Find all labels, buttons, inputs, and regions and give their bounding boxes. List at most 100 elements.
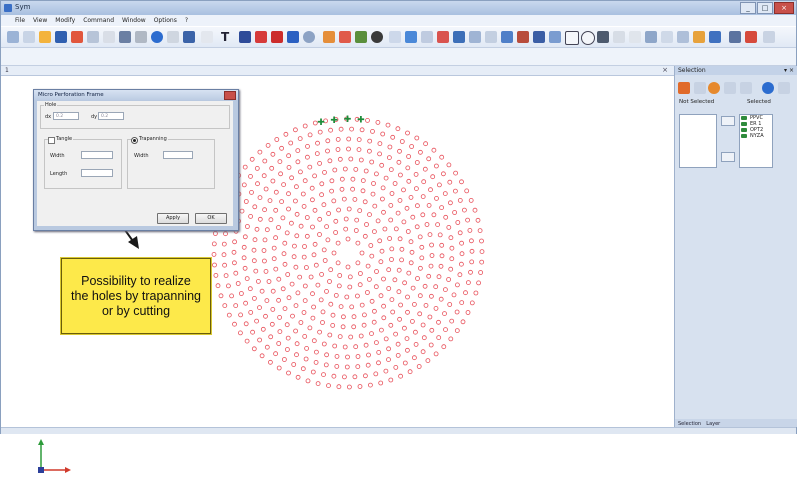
- menu-modify[interactable]: Modify: [55, 17, 75, 24]
- hole: [333, 230, 339, 235]
- hole: [374, 269, 379, 274]
- hole: [273, 207, 279, 213]
- panel-close-icon[interactable]: ▾ ×: [784, 66, 794, 75]
- list-item[interactable]: NYZA: [740, 133, 772, 139]
- filter-icon[interactable]: [724, 82, 736, 94]
- tool-icon[interactable]: [597, 31, 609, 43]
- offset-icon[interactable]: [469, 31, 481, 43]
- separator-icon: [201, 31, 213, 43]
- arc-icon[interactable]: [355, 31, 367, 43]
- hole: [271, 256, 277, 262]
- select-icon[interactable]: [389, 31, 401, 43]
- menu-command[interactable]: Command: [83, 17, 114, 24]
- apply-button[interactable]: Apply: [157, 213, 189, 224]
- deselect-icon[interactable]: [694, 82, 706, 94]
- move-left-button[interactable]: [721, 152, 735, 162]
- hole: [302, 178, 308, 184]
- sort-icon[interactable]: [661, 31, 673, 43]
- explode-icon[interactable]: [533, 31, 545, 43]
- menu-help[interactable]: ?: [185, 17, 188, 24]
- grid-icon[interactable]: [183, 31, 195, 43]
- open-icon[interactable]: [7, 31, 19, 43]
- simulate-icon[interactable]: [645, 31, 657, 43]
- report-icon[interactable]: [745, 31, 757, 43]
- trapanning-radio[interactable]: [131, 137, 138, 144]
- move-icon[interactable]: [405, 31, 417, 43]
- hole: [367, 138, 373, 144]
- panel-info-icon[interactable]: [762, 82, 774, 94]
- join-icon[interactable]: [517, 31, 529, 43]
- mirror-icon[interactable]: [437, 31, 449, 43]
- copy-icon[interactable]: [87, 31, 99, 43]
- path-icon[interactable]: [613, 31, 625, 43]
- close-button[interactable]: ×: [774, 2, 794, 14]
- info-icon[interactable]: [151, 31, 163, 43]
- save-icon[interactable]: [55, 31, 67, 43]
- hole: [408, 195, 414, 200]
- tangle-checkbox[interactable]: [48, 137, 55, 144]
- circle-icon[interactable]: [303, 31, 315, 43]
- rotate-icon[interactable]: [421, 31, 433, 43]
- line-icon[interactable]: [323, 31, 335, 43]
- move-right-button[interactable]: [721, 116, 735, 126]
- invert-icon[interactable]: [740, 82, 752, 94]
- target-icon[interactable]: [371, 31, 383, 43]
- maximize-button[interactable]: □: [757, 2, 773, 14]
- dx-input[interactable]: 0.2: [53, 112, 79, 120]
- menu-options[interactable]: Options: [154, 17, 177, 24]
- frame-icon[interactable]: [565, 31, 579, 45]
- menu-view[interactable]: View: [33, 17, 47, 24]
- panel-options-icon[interactable]: [778, 82, 790, 94]
- hole: [281, 357, 287, 362]
- print-preview-icon[interactable]: [135, 31, 147, 43]
- polyline-icon[interactable]: [339, 31, 351, 43]
- paste-icon[interactable]: [103, 31, 115, 43]
- array-icon[interactable]: [453, 31, 465, 43]
- hole-icon[interactable]: [581, 31, 595, 45]
- new-icon[interactable]: [23, 31, 35, 43]
- hole: [231, 249, 237, 255]
- folder-icon[interactable]: [39, 31, 51, 43]
- nest-icon[interactable]: [629, 31, 641, 43]
- export-icon[interactable]: [729, 31, 741, 43]
- hole: [285, 335, 291, 341]
- text-icon[interactable]: T: [221, 30, 229, 44]
- selected-list[interactable]: PPVC ER 1 OPT2 NYZA: [739, 114, 773, 168]
- trim-icon[interactable]: [485, 31, 497, 43]
- measure-icon[interactable]: [549, 31, 561, 43]
- layer-icon[interactable]: [239, 31, 251, 43]
- ok-button[interactable]: OK: [195, 213, 227, 224]
- lead-icon[interactable]: [677, 31, 689, 43]
- help-icon[interactable]: [708, 82, 720, 94]
- bridge-icon[interactable]: [693, 31, 705, 43]
- not-selected-list[interactable]: [679, 114, 717, 168]
- zoom-icon[interactable]: [287, 31, 299, 43]
- rectangle-icon[interactable]: [167, 31, 179, 43]
- check-icon[interactable]: [271, 31, 283, 43]
- minimize-button[interactable]: _: [740, 2, 756, 14]
- menu-file[interactable]: File: [15, 17, 25, 24]
- hole: [372, 203, 378, 209]
- extend-icon[interactable]: [501, 31, 513, 43]
- dialog-close-button[interactable]: [224, 91, 236, 100]
- hole: [254, 226, 260, 232]
- trap-width-input[interactable]: [163, 151, 193, 159]
- hole: [410, 214, 416, 220]
- hole: [253, 268, 259, 274]
- menu-window[interactable]: Window: [122, 17, 146, 24]
- close-tab-icon[interactable]: ×: [662, 66, 668, 74]
- cut-icon[interactable]: [71, 31, 83, 43]
- dy-input[interactable]: 0.2: [98, 112, 124, 120]
- hole: [337, 273, 343, 278]
- settings-icon[interactable]: [763, 31, 775, 43]
- cnc-icon[interactable]: [709, 31, 721, 43]
- tangle-length-input[interactable]: [81, 169, 113, 177]
- tab-document[interactable]: 1: [5, 67, 9, 74]
- fill-icon[interactable]: [255, 31, 267, 43]
- select-all-icon[interactable]: [678, 82, 690, 94]
- hole: [310, 224, 315, 230]
- hole: [291, 243, 297, 249]
- tangle-width-input[interactable]: [81, 151, 113, 159]
- hole: [221, 241, 227, 247]
- print-icon[interactable]: [119, 31, 131, 43]
